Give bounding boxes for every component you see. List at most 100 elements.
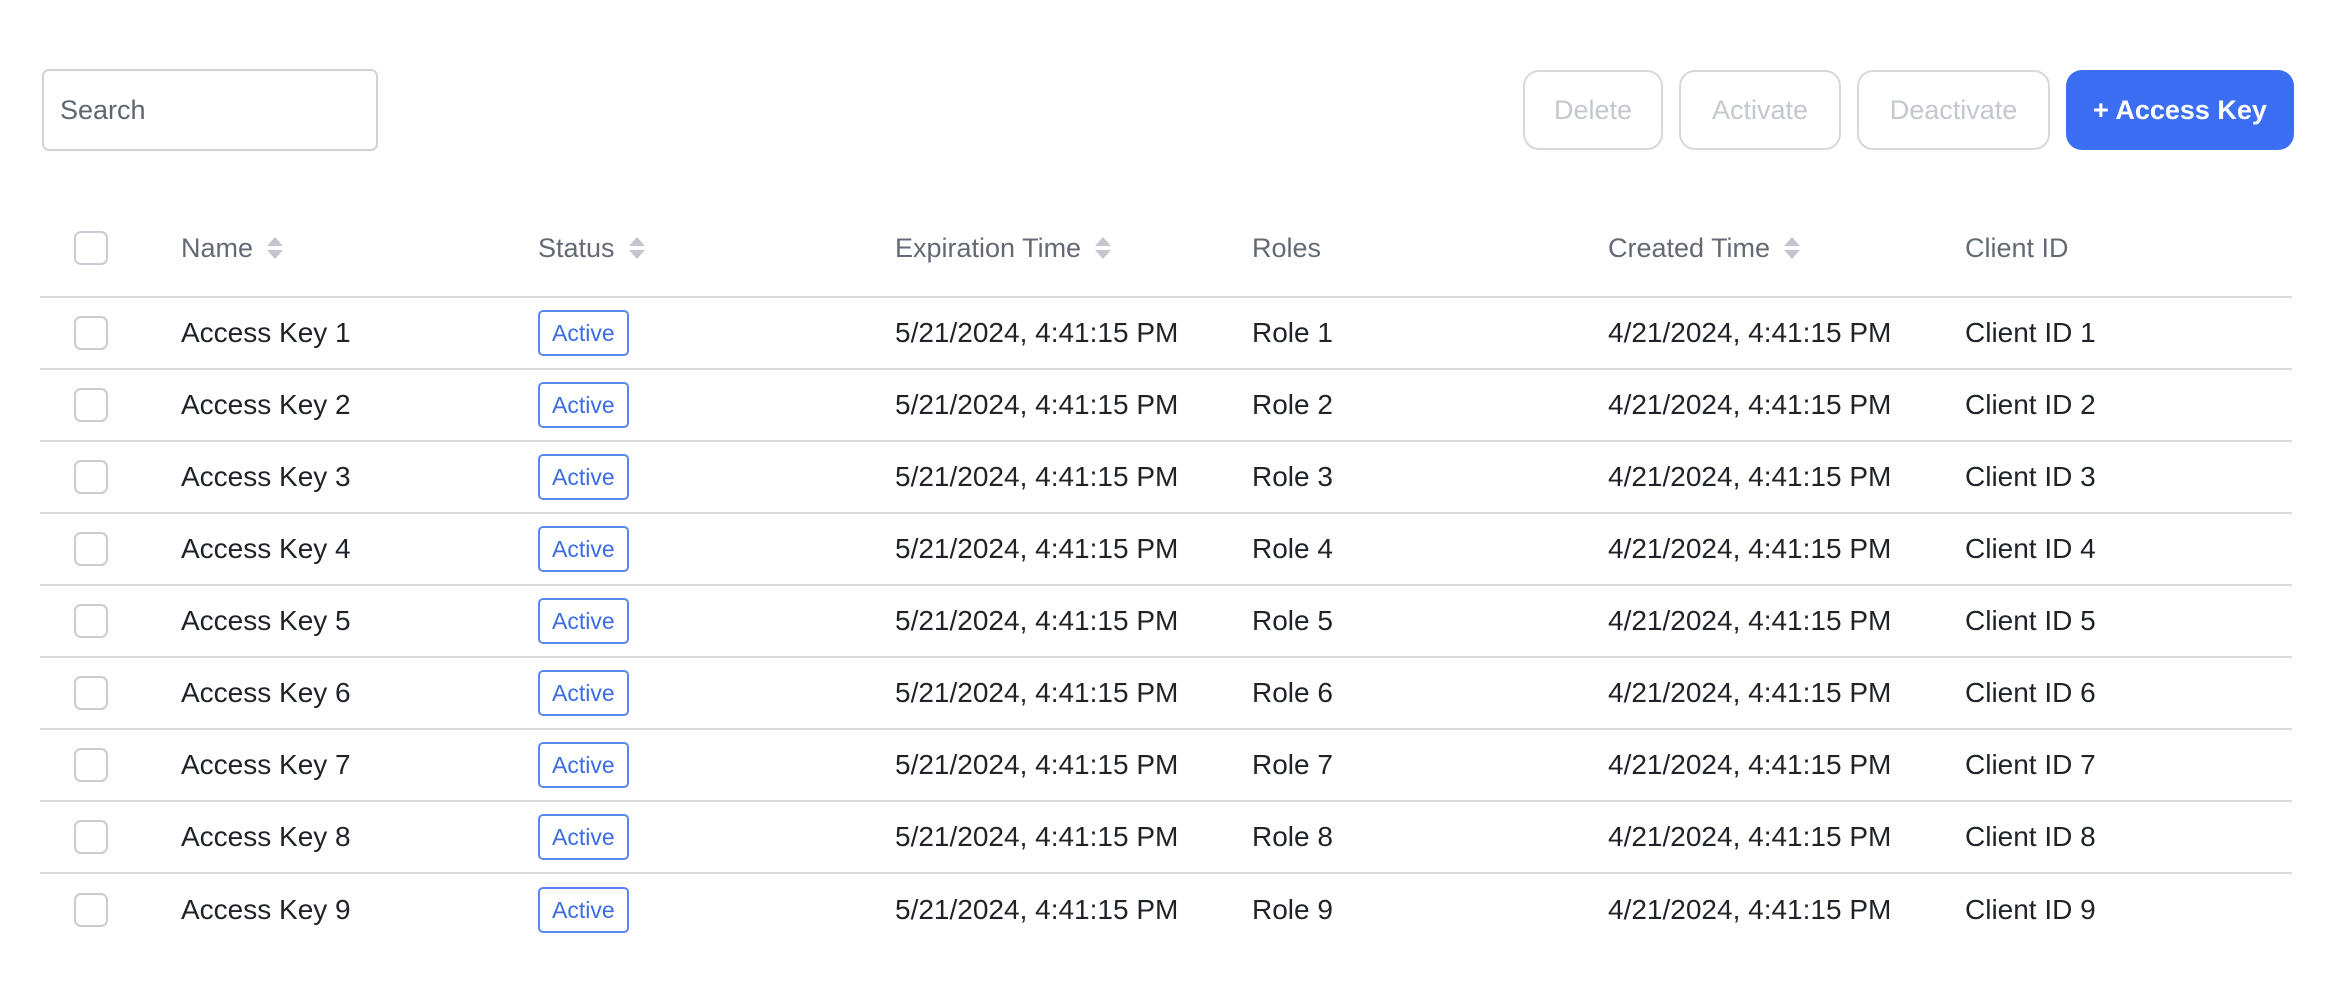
status-cell: Active	[538, 802, 629, 872]
expiration-time: 5/21/2024, 4:41:15 PM	[895, 533, 1179, 564]
table-row[interactable]: Access Key 6 Active 5/21/2024, 4:41:15 P…	[40, 658, 2292, 730]
access-keys-table: Name Status Expiration Time Roles Create…	[40, 200, 2292, 946]
table-row[interactable]: Access Key 7 Active 5/21/2024, 4:41:15 P…	[40, 730, 2292, 802]
access-key-name: Access Key 6	[181, 677, 351, 708]
column-header-created-time[interactable]: Created Time	[1608, 200, 1801, 296]
client-id: Client ID 5	[1965, 605, 2096, 636]
expiration-time: 5/21/2024, 4:41:15 PM	[895, 894, 1179, 925]
created-time: 4/21/2024, 4:41:15 PM	[1608, 677, 1892, 708]
column-header-label: Created Time	[1608, 232, 1771, 263]
status-badge: Active	[538, 598, 629, 644]
access-key-name: Access Key 1	[181, 317, 351, 348]
column-header-name[interactable]: Name	[181, 200, 284, 296]
created-time: 4/21/2024, 4:41:15 PM	[1608, 605, 1892, 636]
activate-button[interactable]: Activate	[1679, 70, 1841, 150]
row-select-cell	[74, 874, 108, 946]
row-checkbox[interactable]	[74, 460, 108, 494]
select-all-cell	[74, 200, 108, 296]
status-cell: Active	[538, 586, 629, 656]
access-key-name: Access Key 4	[181, 533, 351, 564]
row-select-cell	[74, 586, 108, 656]
role: Role 9	[1252, 894, 1333, 925]
sort-icon[interactable]	[1784, 237, 1801, 259]
client-id: Client ID 3	[1965, 461, 2096, 492]
status-badge: Active	[538, 742, 629, 788]
access-key-name: Access Key 2	[181, 389, 351, 420]
status-cell: Active	[538, 730, 629, 800]
client-id: Client ID 6	[1965, 677, 2096, 708]
role: Role 8	[1252, 821, 1333, 852]
status-cell: Active	[538, 370, 629, 440]
created-time: 4/21/2024, 4:41:15 PM	[1608, 317, 1892, 348]
access-key-name: Access Key 5	[181, 605, 351, 636]
row-select-cell	[74, 658, 108, 728]
column-header-label: Roles	[1252, 232, 1322, 263]
status-cell: Active	[538, 658, 629, 728]
search-box[interactable]	[42, 69, 378, 151]
client-id: Client ID 8	[1965, 821, 2096, 852]
column-header-roles: Roles	[1252, 200, 1321, 296]
status-cell: Active	[538, 874, 629, 946]
created-time: 4/21/2024, 4:41:15 PM	[1608, 389, 1892, 420]
deactivate-button[interactable]: Deactivate	[1857, 70, 2050, 150]
column-header-status[interactable]: Status	[538, 200, 645, 296]
status-cell: Active	[538, 298, 629, 368]
role: Role 2	[1252, 389, 1333, 420]
status-badge: Active	[538, 382, 629, 428]
client-id: Client ID 1	[1965, 317, 2096, 348]
table-row[interactable]: Access Key 3 Active 5/21/2024, 4:41:15 P…	[40, 442, 2292, 514]
add-access-key-button[interactable]: + Access Key	[2066, 70, 2294, 150]
role: Role 1	[1252, 317, 1333, 348]
sort-icon[interactable]	[267, 237, 284, 259]
expiration-time: 5/21/2024, 4:41:15 PM	[895, 317, 1179, 348]
row-select-cell	[74, 370, 108, 440]
row-checkbox[interactable]	[74, 316, 108, 350]
expiration-time: 5/21/2024, 4:41:15 PM	[895, 677, 1179, 708]
column-header-label: Name	[181, 232, 254, 263]
table-row[interactable]: Access Key 2 Active 5/21/2024, 4:41:15 P…	[40, 370, 2292, 442]
column-header-client-id: Client ID	[1965, 200, 2069, 296]
created-time: 4/21/2024, 4:41:15 PM	[1608, 533, 1892, 564]
table-row[interactable]: Access Key 8 Active 5/21/2024, 4:41:15 P…	[40, 802, 2292, 874]
table-row[interactable]: Access Key 9 Active 5/21/2024, 4:41:15 P…	[40, 874, 2292, 946]
search-input[interactable]	[44, 71, 376, 149]
column-header-expiration-time[interactable]: Expiration Time	[895, 200, 1112, 296]
row-checkbox[interactable]	[74, 820, 108, 854]
table-row[interactable]: Access Key 5 Active 5/21/2024, 4:41:15 P…	[40, 586, 2292, 658]
row-checkbox[interactable]	[74, 532, 108, 566]
created-time: 4/21/2024, 4:41:15 PM	[1608, 821, 1892, 852]
client-id: Client ID 4	[1965, 533, 2096, 564]
table-header: Name Status Expiration Time Roles Create…	[40, 200, 2292, 298]
row-select-cell	[74, 802, 108, 872]
table-row[interactable]: Access Key 1 Active 5/21/2024, 4:41:15 P…	[40, 298, 2292, 370]
expiration-time: 5/21/2024, 4:41:15 PM	[895, 389, 1179, 420]
role: Role 3	[1252, 461, 1333, 492]
sort-icon[interactable]	[628, 237, 645, 259]
row-checkbox[interactable]	[74, 676, 108, 710]
toolbar: Delete Activate Deactivate + Access Key	[42, 69, 2294, 153]
row-checkbox[interactable]	[74, 604, 108, 638]
column-header-label: Client ID	[1965, 232, 2069, 263]
created-time: 4/21/2024, 4:41:15 PM	[1608, 461, 1892, 492]
created-time: 4/21/2024, 4:41:15 PM	[1608, 749, 1892, 780]
client-id: Client ID 7	[1965, 749, 2096, 780]
row-checkbox[interactable]	[74, 748, 108, 782]
status-badge: Active	[538, 887, 629, 933]
expiration-time: 5/21/2024, 4:41:15 PM	[895, 461, 1179, 492]
delete-button[interactable]: Delete	[1523, 70, 1663, 150]
role: Role 5	[1252, 605, 1333, 636]
access-key-name: Access Key 7	[181, 749, 351, 780]
column-header-label: Expiration Time	[895, 232, 1082, 263]
row-select-cell	[74, 730, 108, 800]
status-cell: Active	[538, 514, 629, 584]
select-all-checkbox[interactable]	[74, 231, 108, 265]
status-badge: Active	[538, 670, 629, 716]
status-cell: Active	[538, 442, 629, 512]
sort-icon[interactable]	[1095, 237, 1112, 259]
row-checkbox[interactable]	[74, 893, 108, 927]
table-row[interactable]: Access Key 4 Active 5/21/2024, 4:41:15 P…	[40, 514, 2292, 586]
client-id: Client ID 2	[1965, 389, 2096, 420]
status-badge: Active	[538, 526, 629, 572]
row-checkbox[interactable]	[74, 388, 108, 422]
role: Role 6	[1252, 677, 1333, 708]
